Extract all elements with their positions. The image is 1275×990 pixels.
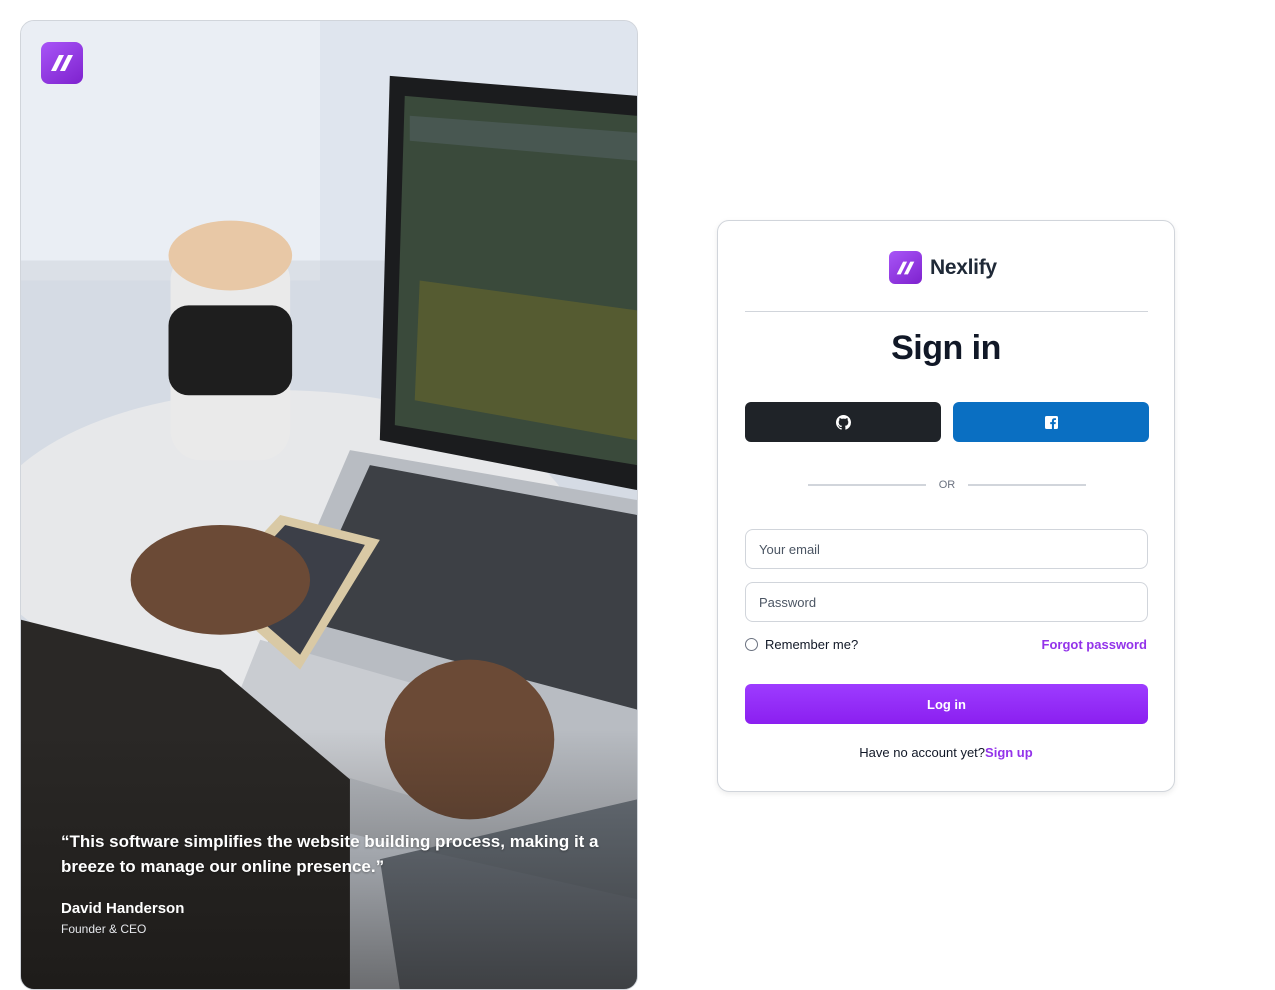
signin-card: Nexlify Sign in OR Remember me? Forgot p… [717, 220, 1175, 792]
or-divider: OR [808, 477, 1086, 493]
remember-me-label: Remember me? [765, 637, 859, 652]
password-field[interactable] [745, 582, 1148, 622]
testimonial-author-name: David Handerson [61, 900, 185, 917]
login-button[interactable]: Log in [745, 684, 1148, 724]
testimonial-author-role: Founder & CEO [61, 922, 147, 936]
github-icon [835, 414, 851, 430]
github-signin-button[interactable] [745, 402, 941, 442]
nexlify-logo-icon [896, 261, 915, 274]
hero-panel: “This software simplifies the website bu… [20, 20, 638, 990]
hero-logo [41, 42, 83, 84]
brand-name: Nexlify [930, 255, 997, 279]
forgot-password-link[interactable]: Forgot password [1042, 637, 1147, 652]
or-divider-line-right [968, 484, 1086, 486]
signup-row: Have no account yet?Sign up [718, 745, 1174, 760]
brand-logo [889, 251, 922, 284]
remember-me-radio[interactable] [745, 638, 758, 651]
or-divider-line-left [808, 484, 926, 486]
or-divider-text: OR [938, 479, 956, 491]
nexlify-logo-icon [51, 55, 73, 71]
remember-me-checkbox[interactable]: Remember me? [745, 637, 858, 652]
page-title: Sign in [891, 329, 1001, 367]
facebook-signin-button[interactable] [953, 402, 1149, 442]
signup-link[interactable]: Sign up [985, 745, 1033, 760]
card-divider [745, 311, 1148, 312]
facebook-icon [1044, 415, 1058, 429]
no-account-text: Have no account yet? [859, 745, 986, 760]
email-field[interactable] [745, 529, 1148, 569]
testimonial-quote: “This software simplifies the website bu… [61, 832, 599, 876]
brand[interactable]: Nexlify [889, 251, 997, 284]
